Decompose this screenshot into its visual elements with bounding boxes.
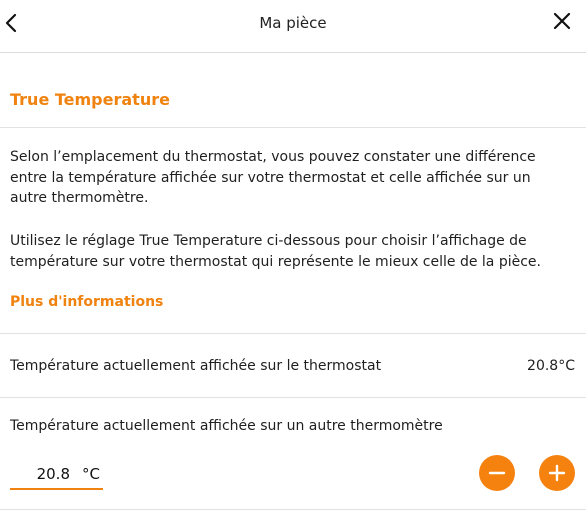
description-paragraph-1: Selon l’emplacement du thermostat, vous … <box>10 149 536 206</box>
more-info-link[interactable]: Plus d'informations <box>10 294 163 310</box>
page-title: Ma pièce <box>259 14 327 32</box>
header-bar: Ma pièce <box>0 0 586 53</box>
divider <box>0 509 586 510</box>
plus-icon <box>548 464 566 482</box>
screen: Ma pièce True Temperature Selon l’emplac… <box>0 0 586 524</box>
close-button[interactable] <box>550 9 574 33</box>
temperature-unit: °C <box>82 465 100 483</box>
thermostat-temperature-value: 20.8°C <box>527 358 575 374</box>
temperature-input-field[interactable]: °C <box>10 458 103 490</box>
description-paragraph-2: Utilisez le réglage True Temperature ci-… <box>10 233 541 270</box>
increase-temperature-button[interactable] <box>539 455 575 491</box>
section-title: True Temperature <box>10 90 170 109</box>
divider <box>0 397 586 398</box>
temperature-input[interactable] <box>10 461 72 487</box>
minus-icon <box>488 471 506 475</box>
divider <box>0 333 586 334</box>
thermostat-temperature-label: Température actuellement affichée sur le… <box>10 358 382 374</box>
decrease-temperature-button[interactable] <box>479 455 515 491</box>
divider <box>0 127 586 128</box>
close-icon <box>553 12 571 30</box>
other-thermometer-label: Température actuellement affichée sur un… <box>10 418 443 434</box>
